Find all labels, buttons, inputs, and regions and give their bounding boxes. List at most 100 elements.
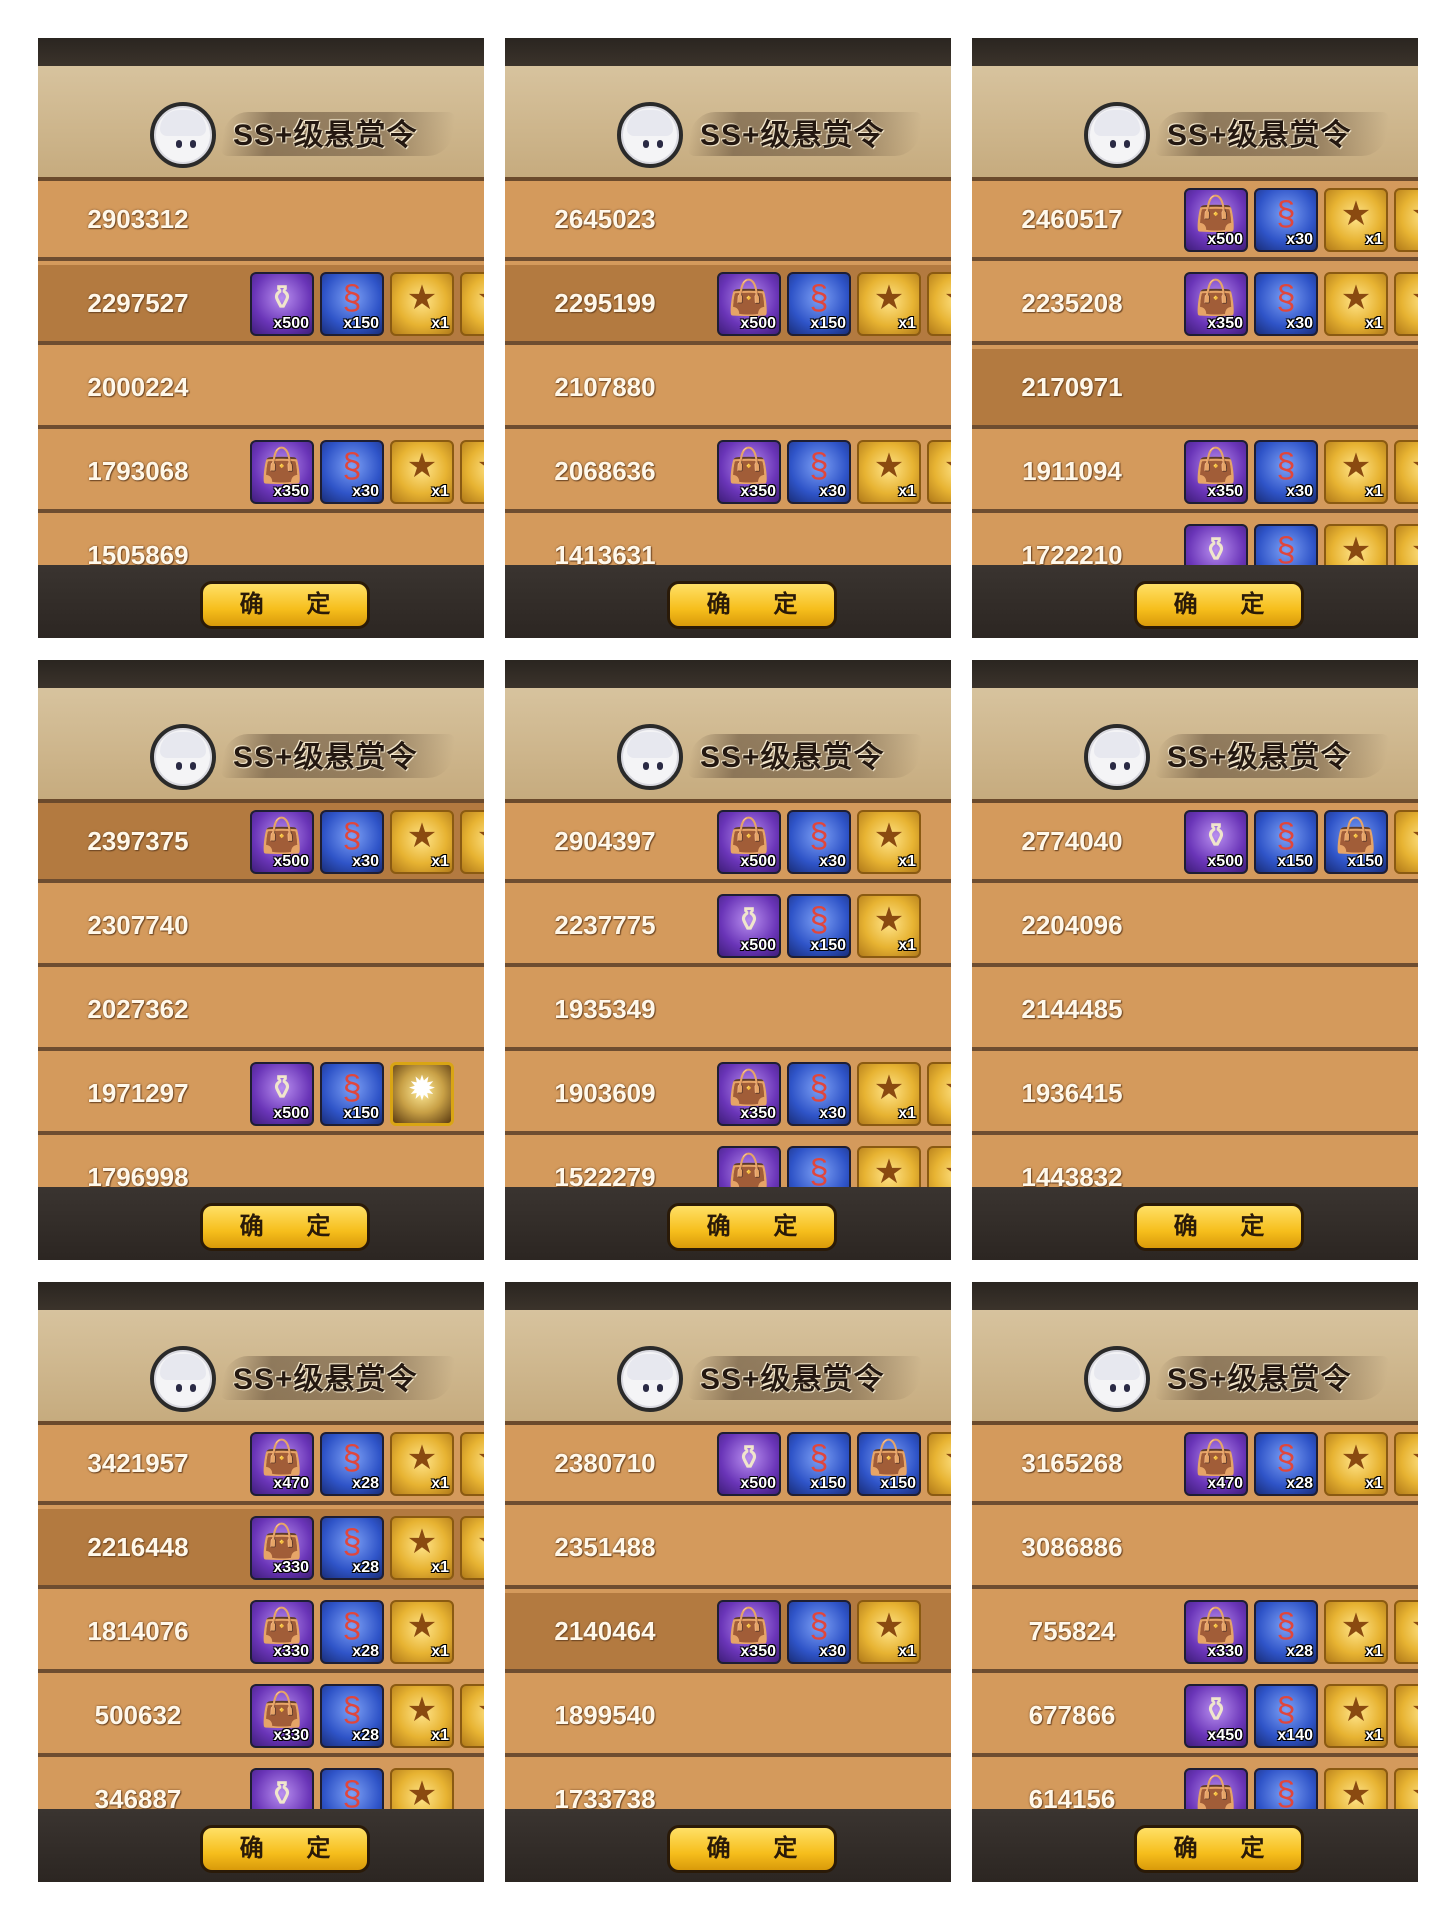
item-glyph: 👜 [727, 279, 771, 317]
bag-icon[interactable]: 👜 x150 [857, 1432, 921, 1496]
scroll-icon[interactable]: §x30 [787, 1062, 851, 1126]
item-glyph: § [342, 1523, 362, 1561]
scroll-icon[interactable]: §x30 [787, 810, 851, 874]
hero-shard-icon[interactable]: ★ [1394, 1600, 1418, 1664]
hero-shard-icon[interactable]: ★x1 [1324, 188, 1388, 252]
scroll-icon[interactable]: §x28 [320, 1684, 384, 1748]
hero-shard-icon[interactable]: ★ [460, 1684, 484, 1748]
hero-shard-icon[interactable]: ★ [460, 1516, 484, 1580]
hero-shard-icon[interactable]: ★x1 [857, 894, 921, 958]
hero-shard-icon[interactable]: ★ [1394, 1432, 1418, 1496]
scroll-icon[interactable]: §x150 [787, 272, 851, 336]
hero-shard-icon[interactable]: ★x1 [1324, 440, 1388, 504]
bag-icon[interactable]: 👜 x470 [250, 1432, 314, 1496]
confirm-button[interactable]: 确 定 [667, 581, 837, 629]
confirm-button[interactable]: 确 定 [200, 1825, 370, 1873]
hero-shard-icon[interactable]: ★ [460, 810, 484, 874]
bag-icon[interactable]: 👜x350 [1184, 272, 1248, 336]
confirm-button[interactable]: 确 定 [200, 581, 370, 629]
confirm-button[interactable]: 确 定 [1134, 1203, 1304, 1251]
scroll-icon[interactable]: §x150 [787, 894, 851, 958]
scroll-icon[interactable]: §x28 [320, 1600, 384, 1664]
scroll-icon[interactable]: §x28 [1254, 1432, 1318, 1496]
hero-shard-icon[interactable]: ★x1 [1324, 272, 1388, 336]
hero-shard-icon[interactable]: ★x1 [390, 1432, 454, 1496]
pot-icon[interactable]: ⚱x500 [250, 272, 314, 336]
scroll-icon[interactable]: §x28 [1254, 1600, 1318, 1664]
hero-shard-icon[interactable]: ★ [1394, 440, 1418, 504]
bomb-icon[interactable]: ✹ [390, 1062, 454, 1126]
bag-icon[interactable]: 👜x330 [250, 1516, 314, 1580]
scroll-icon[interactable]: §x30 [320, 440, 384, 504]
confirm-button[interactable]: 确 定 [667, 1203, 837, 1251]
bag-icon[interactable]: 👜x350 [717, 1600, 781, 1664]
hero-shard-icon[interactable]: ★x1 [857, 1600, 921, 1664]
confirm-button[interactable]: 确 定 [1134, 1825, 1304, 1873]
hero-shard-icon[interactable]: ★x1 [390, 1600, 454, 1664]
item-quantity: x30 [1286, 483, 1313, 500]
hero-shard-icon[interactable]: ★x1 [390, 440, 454, 504]
scroll-icon[interactable]: §x30 [320, 810, 384, 874]
pot-icon[interactable]: ⚱x500 [717, 1432, 781, 1496]
scroll-icon[interactable]: §x28 [320, 1432, 384, 1496]
hero-shard-icon[interactable]: ★ [1394, 810, 1418, 874]
scroll-icon[interactable]: §x150 [1254, 810, 1318, 874]
bag-icon[interactable]: 👜x350 [1184, 440, 1248, 504]
scroll-icon[interactable]: §x150 [787, 1432, 851, 1496]
hero-shard-icon[interactable]: ★ [1394, 1684, 1418, 1748]
item-glyph: ⚱ [267, 1069, 297, 1107]
hero-shard-icon[interactable]: ★x1 [1324, 1600, 1388, 1664]
confirm-button[interactable]: 确 定 [200, 1203, 370, 1251]
bag-icon[interactable]: 👜x330 [250, 1600, 314, 1664]
scroll-icon[interactable]: §x30 [787, 1600, 851, 1664]
hero-shard-icon[interactable]: ★ [1394, 272, 1418, 336]
bag-icon[interactable]: 👜x330 [250, 1684, 314, 1748]
bag-icon[interactable]: 👜 x470 [1184, 1432, 1248, 1496]
hero-shard-icon[interactable]: ★ [927, 272, 951, 336]
confirm-button[interactable]: 确 定 [667, 1825, 837, 1873]
scroll-icon[interactable]: §x30 [787, 440, 851, 504]
confirm-button[interactable]: 确 定 [1134, 581, 1304, 629]
item-quantity: x30 [352, 853, 379, 870]
hero-shard-icon[interactable]: ★x1 [390, 1684, 454, 1748]
hero-shard-icon[interactable]: ★x1 [390, 810, 454, 874]
hero-shard-icon[interactable]: ★x1 [857, 1062, 921, 1126]
scroll-icon[interactable]: §x30 [1254, 272, 1318, 336]
hero-shard-icon[interactable]: ★x1 [857, 272, 921, 336]
pot-icon[interactable]: ⚱x500 [250, 1062, 314, 1126]
hero-shard-icon[interactable]: ★x1 [1324, 1432, 1388, 1496]
hero-shard-icon[interactable]: ★ [460, 440, 484, 504]
hero-shard-icon[interactable]: ★x1 [857, 810, 921, 874]
scroll-icon[interactable]: §x28 [320, 1516, 384, 1580]
scroll-icon[interactable]: §x140 [1254, 1684, 1318, 1748]
pot-icon[interactable]: ⚱x450 [1184, 1684, 1248, 1748]
bag-icon[interactable]: 👜x330 [1184, 1600, 1248, 1664]
bag-icon[interactable]: 👜 x500 [1184, 188, 1248, 252]
hero-shard-icon[interactable]: ★ [1394, 188, 1418, 252]
bag-icon[interactable]: 👜x350 [717, 1062, 781, 1126]
score-row: 2295199👜x500§x150★x1★ [505, 265, 951, 345]
hero-shard-icon[interactable]: ★ [927, 1432, 951, 1496]
bag-icon[interactable]: 👜x350 [717, 440, 781, 504]
hero-shard-icon[interactable]: ★x1 [390, 272, 454, 336]
bag-icon[interactable]: 👜 x500 [717, 810, 781, 874]
scroll-icon[interactable]: §x150 [320, 1062, 384, 1126]
bag-icon[interactable]: 👜x350 [250, 440, 314, 504]
hero-shard-icon[interactable]: ★ [927, 1062, 951, 1126]
hero-shard-icon[interactable]: ★x1 [1324, 1684, 1388, 1748]
bag-icon[interactable]: 👜 x500 [717, 272, 781, 336]
scroll-icon[interactable]: §x30 [1254, 188, 1318, 252]
pot-icon[interactable]: ⚱x500 [717, 894, 781, 958]
bag-icon[interactable]: 👜 x150 [1324, 810, 1388, 874]
pot-icon[interactable]: ⚱x500 [1184, 810, 1248, 874]
bag-icon[interactable]: 👜 x500 [250, 810, 314, 874]
hero-shard-icon[interactable]: ★x1 [390, 1516, 454, 1580]
scroll-icon[interactable]: §x150 [320, 272, 384, 336]
scroll-icon[interactable]: §x30 [1254, 440, 1318, 504]
hero-shard-icon[interactable]: ★x1 [857, 440, 921, 504]
hero-shard-icon[interactable]: ★ [460, 272, 484, 336]
hero-shard-icon[interactable]: ★ [927, 440, 951, 504]
item-glyph: ★ [1396, 194, 1418, 234]
hero-shard-icon[interactable]: ★ [460, 1432, 484, 1496]
item-glyph: ★ [406, 817, 438, 855]
